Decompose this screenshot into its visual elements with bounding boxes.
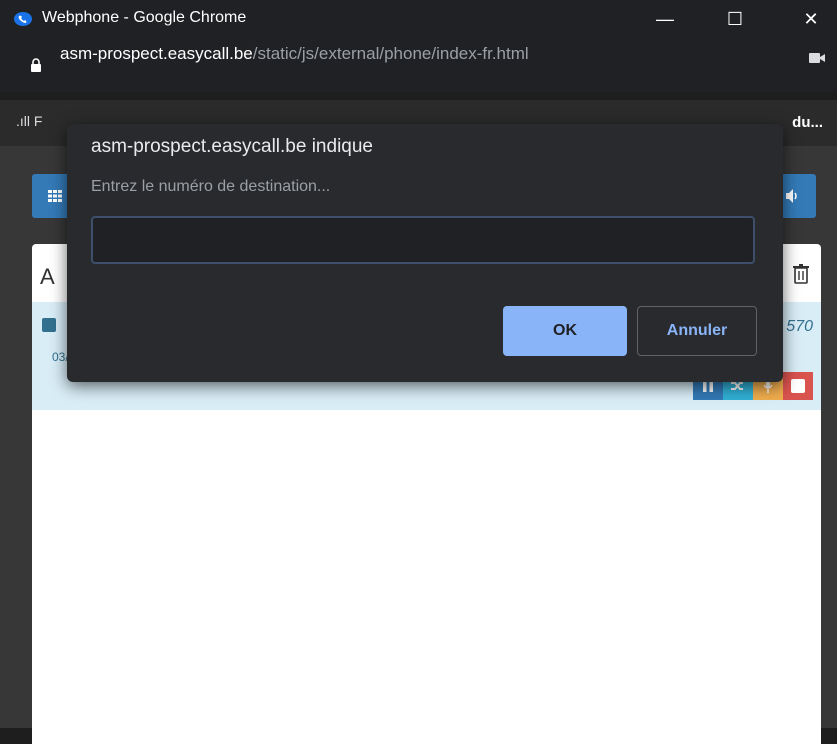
phone-icon [42, 318, 56, 332]
cancel-button[interactable]: Annuler [637, 306, 757, 356]
url-host: asm-prospect.easycall.be [60, 44, 253, 63]
close-icon: ✕ [803, 8, 819, 29]
dialog-title: asm-prospect.easycall.be indique [91, 136, 373, 157]
dialog-message: Entrez le numéro de destination... [91, 178, 331, 195]
bookmark-left[interactable]: .ıll F [16, 113, 42, 129]
stop-icon [791, 379, 805, 393]
webphone-app-icon [14, 12, 32, 26]
bookmark-right[interactable]: du... [792, 114, 823, 131]
url-path: /static/js/external/phone/index-fr.html [252, 44, 529, 63]
trash-icon[interactable] [793, 264, 809, 284]
maximize-button[interactable]: ☐ [710, 0, 760, 38]
call-number: 570 [786, 318, 813, 335]
grid-icon [48, 190, 62, 202]
url-text: asm-prospect.easycall.be/static/js/exter… [60, 44, 529, 64]
prompt-dialog: asm-prospect.easycall.be indique Entrez … [67, 124, 783, 382]
title-row: Webphone - Google Chrome — ☐ ✕ [0, 0, 837, 38]
maximize-icon: ☐ [726, 8, 744, 29]
camera-icon[interactable] [809, 52, 825, 64]
panel-title: A [40, 264, 55, 289]
minimize-button[interactable]: — [640, 0, 690, 38]
hangup-button[interactable] [783, 372, 813, 400]
destination-number-input[interactable] [91, 216, 755, 264]
ok-button[interactable]: OK [503, 306, 627, 356]
volume-icon [786, 189, 797, 203]
lock-icon [31, 58, 41, 72]
minimize-icon: — [656, 8, 674, 29]
window-title: Webphone - Google Chrome [42, 9, 247, 26]
address-bar[interactable]: asm-prospect.easycall.be/static/js/exter… [0, 44, 837, 92]
close-button[interactable]: ✕ [786, 0, 836, 38]
